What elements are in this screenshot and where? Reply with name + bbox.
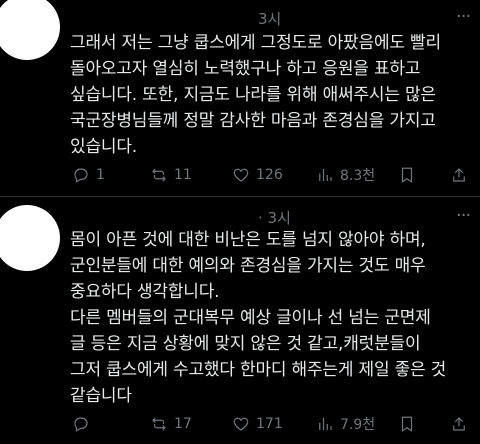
bookmark-icon xyxy=(401,416,413,432)
views-chart-icon xyxy=(319,418,332,430)
avatar[interactable] xyxy=(0,205,60,271)
view-count: 8.3천 xyxy=(340,168,376,184)
post-2[interactable]: · 3시 ··· 몸이 아픈 것에 대한 비난은 도를 넘지 않아야 하며, 군… xyxy=(0,197,480,444)
bookmark-button[interactable] xyxy=(398,413,416,435)
post-actions: 1 11 126 8.3천 xyxy=(72,164,472,186)
avatar[interactable] xyxy=(0,0,60,60)
post-actions: 17 171 7.9천 xyxy=(72,413,472,435)
repost-icon xyxy=(152,168,166,182)
post-text: 몸이 아픈 것에 대한 비난은 도를 넘지 않아야 하며, 군인분들에 대한 예… xyxy=(70,230,447,406)
share-icon xyxy=(453,168,465,182)
views-button[interactable]: 8.3천 xyxy=(316,164,375,186)
like-count: 126 xyxy=(256,167,283,183)
like-button[interactable]: 171 xyxy=(232,413,283,435)
post-time: 3시 xyxy=(258,10,282,28)
reply-icon xyxy=(74,417,88,432)
repost-icon xyxy=(152,417,166,431)
more-options-button[interactable]: ··· xyxy=(456,8,471,26)
views-chart-icon xyxy=(319,169,332,181)
post-1[interactable]: 3시 ··· 그래서 저는 그냥 쿱스에게 그정도로 아팠음에도 빨리 돌아오고… xyxy=(0,0,480,196)
post-text: 그래서 저는 그냥 쿱스에게 그정도로 아팠음에도 빨리 돌아오고자 열심히 노… xyxy=(70,33,441,157)
view-count: 7.9천 xyxy=(340,417,376,433)
reply-button[interactable] xyxy=(72,413,96,435)
repost-button[interactable]: 11 xyxy=(150,164,192,186)
post-time: · 3시 xyxy=(258,209,291,227)
repost-count: 11 xyxy=(174,167,192,183)
share-button[interactable] xyxy=(450,413,468,435)
bookmark-button[interactable] xyxy=(398,164,416,186)
heart-icon xyxy=(233,168,249,182)
reply-button[interactable]: 1 xyxy=(72,164,105,186)
share-icon xyxy=(453,417,465,431)
like-count: 171 xyxy=(256,416,283,432)
heart-icon xyxy=(233,417,249,431)
reply-icon xyxy=(74,168,88,183)
repost-count: 17 xyxy=(174,416,192,432)
bookmark-icon xyxy=(401,167,413,183)
repost-button[interactable]: 17 xyxy=(150,413,192,435)
reply-count: 1 xyxy=(96,167,105,183)
more-options-button[interactable]: ··· xyxy=(456,207,471,225)
like-button[interactable]: 126 xyxy=(232,164,283,186)
views-button[interactable]: 7.9천 xyxy=(316,413,375,435)
share-button[interactable] xyxy=(450,164,468,186)
